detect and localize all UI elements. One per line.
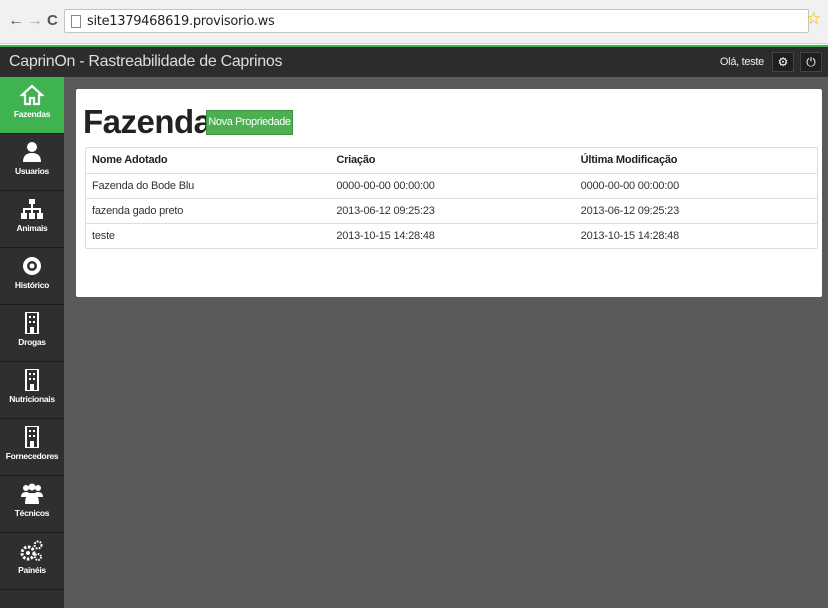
browser-toolbar: ← → C site1379468619.provisorio.ws ☆	[0, 0, 828, 44]
table-row[interactable]: Fazenda do Bode Blu 0000-00-00 00:00:00 …	[86, 173, 817, 198]
cell-created: 0000-00-00 00:00:00	[336, 180, 435, 192]
sidebar-item-nutricionais[interactable]: Nutricionais	[0, 362, 64, 419]
cogs-icon	[20, 540, 43, 561]
sidebar-item-label: Animais	[16, 223, 48, 233]
app-title[interactable]: CaprinOn - Rastreabilidade de Caprinos	[9, 53, 283, 71]
sidebar-item-label: Fornecedores	[5, 451, 59, 461]
sidebar: Fazendas Usuarios Animais Histórico Drog…	[0, 77, 64, 608]
column-header-name[interactable]: Nome Adotado	[86, 148, 330, 173]
back-icon[interactable]: ←	[8, 13, 24, 29]
cell-created: 2013-06-12 09:25:23	[336, 205, 435, 217]
sidebar-item-label: Drogas	[18, 337, 46, 347]
cell-name[interactable]: teste	[86, 224, 330, 248]
group-icon	[21, 483, 43, 504]
building-icon	[25, 369, 39, 391]
building-icon	[25, 312, 39, 334]
cell-created: 2013-10-15 14:28:48	[336, 230, 435, 242]
sidebar-item-usuarios[interactable]: Usuarios	[0, 134, 64, 191]
address-bar[interactable]: site1379468619.provisorio.ws	[64, 9, 809, 33]
user-icon	[23, 142, 41, 162]
new-property-button[interactable]: Nova Propriedade	[206, 110, 293, 135]
building-icon	[25, 426, 39, 448]
sidebar-item-tecnicos[interactable]: Técnicos	[0, 476, 64, 533]
sidebar-item-fazendas[interactable]: Fazendas	[0, 77, 64, 134]
table-row[interactable]: teste 2013-10-15 14:28:48 2013-10-15 14:…	[86, 223, 817, 248]
sidebar-item-label: Histórico	[14, 280, 50, 290]
cell-modified: 2013-10-15 14:28:48	[580, 230, 680, 242]
table-row[interactable]: fazenda gado preto 2013-06-12 09:25:23 2…	[86, 198, 817, 223]
sidebar-item-drogas[interactable]: Drogas	[0, 305, 64, 362]
power-icon: ⏻	[806, 55, 816, 69]
main-content: Fazendas Nova Propriedade Nome Adotado C…	[64, 77, 828, 608]
farms-table: Nome Adotado Criação Última Modificação …	[85, 147, 818, 249]
gear-icon: ⚙	[777, 55, 789, 69]
forward-icon[interactable]: →	[27, 13, 43, 29]
table-header-row: Nome Adotado Criação Última Modificação	[86, 148, 817, 173]
bookmark-star-icon[interactable]: ☆	[806, 10, 821, 28]
reload-icon[interactable]: C	[47, 13, 58, 29]
app-header: CaprinOn - Rastreabilidade de Caprinos O…	[0, 45, 828, 77]
sidebar-item-paineis[interactable]: Painéis	[0, 533, 64, 590]
sidebar-item-label: Usuarios	[15, 166, 49, 176]
logout-button[interactable]: ⏻	[800, 52, 822, 72]
sidebar-item-fornecedores[interactable]: Fornecedores	[0, 419, 64, 476]
sidebar-item-label: Fazendas	[13, 109, 51, 119]
settings-button[interactable]: ⚙	[772, 52, 794, 72]
url-text[interactable]: site1379468619.provisorio.ws	[87, 14, 275, 29]
page-icon	[71, 15, 81, 28]
sidebar-item-label: Nutricionais	[9, 394, 55, 404]
cell-name[interactable]: fazenda gado preto	[86, 199, 330, 223]
cell-modified: 2013-06-12 09:25:23	[580, 205, 680, 217]
sitemap-icon	[21, 199, 43, 219]
sidebar-item-label: Painéis	[18, 565, 46, 575]
eye-icon	[23, 257, 41, 275]
content-panel: Fazendas Nova Propriedade Nome Adotado C…	[76, 89, 822, 297]
cell-modified: 0000-00-00 00:00:00	[580, 180, 680, 192]
cell-name[interactable]: Fazenda do Bode Blu	[86, 174, 330, 198]
column-header-modified[interactable]: Última Modificação	[575, 148, 817, 173]
sidebar-item-animais[interactable]: Animais	[0, 191, 64, 248]
column-header-created[interactable]: Criação	[330, 148, 574, 173]
sidebar-item-historico[interactable]: Histórico	[0, 248, 64, 305]
home-icon	[20, 84, 44, 106]
user-greeting: Olá, teste	[719, 56, 764, 68]
sidebar-item-label: Técnicos	[14, 508, 50, 518]
